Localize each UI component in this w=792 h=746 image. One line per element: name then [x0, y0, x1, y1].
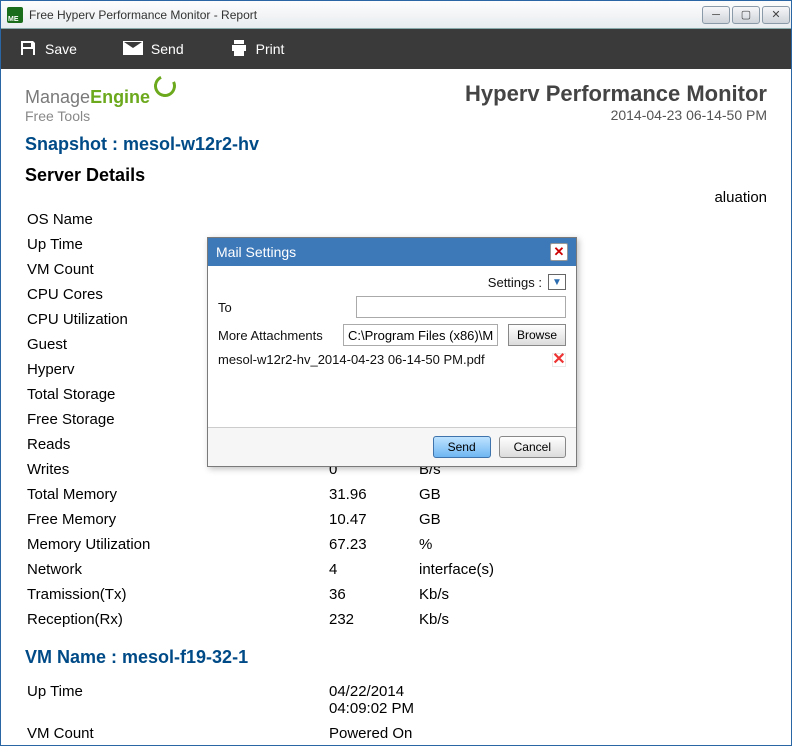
to-input[interactable] [356, 296, 566, 318]
close-window-button[interactable]: ✕ [762, 6, 790, 24]
settings-dropdown[interactable]: ▼ [548, 274, 566, 290]
dialog-close-button[interactable]: ✕ [550, 243, 568, 261]
attachment-item-row: mesol-w12r2-hv_2014-04-23 06-14-50 PM.pd… [218, 352, 566, 367]
vm-heading: VM Name : mesol-f19-32-1 [25, 647, 767, 668]
dialog-titlebar: Mail Settings ✕ [208, 238, 576, 266]
save-button[interactable]: Save [19, 39, 77, 60]
table-row: Up Time04/22/2014 04:09:02 PM [27, 680, 765, 720]
metric-name: Reception(Rx) [27, 608, 327, 631]
attachments-row: More Attachments Browse [218, 324, 566, 346]
metric-name: OS Name [27, 208, 327, 231]
server-details-heading: Server Details [25, 165, 145, 186]
attachments-label: More Attachments [218, 328, 333, 343]
table-row: Total Memory31.96GB [27, 483, 765, 506]
metric-unit: GB [419, 483, 765, 506]
metric-value: Powered On [329, 722, 417, 745]
snapshot-heading: Snapshot : mesol-w12r2-hv [25, 134, 767, 155]
metric-unit: Kb/s [419, 583, 765, 606]
metric-name: Tramission(Tx) [27, 583, 327, 606]
swoosh-icon [151, 72, 179, 100]
table-row: OS Name [27, 208, 765, 231]
attachment-path-input[interactable] [343, 324, 498, 346]
save-label: Save [45, 41, 77, 57]
report-title: Hyperv Performance Monitor [465, 81, 767, 107]
settings-label: Settings : [488, 275, 542, 290]
metric-unit [419, 208, 765, 231]
brand-subtitle: Free Tools [25, 108, 176, 124]
to-label: To [218, 300, 346, 315]
brand-part-b: Engine [90, 87, 150, 107]
logo: ManageEngine Free Tools [25, 81, 176, 124]
metric-name: Memory Utilization [27, 533, 327, 556]
metric-value: 31.96 [329, 483, 417, 506]
close-icon: ✕ [554, 244, 565, 260]
metric-value: 232 [329, 608, 417, 631]
metric-unit: % [419, 533, 765, 556]
metric-value [329, 208, 417, 231]
dialog-footer: Send Cancel [208, 427, 576, 466]
app-icon [7, 7, 23, 23]
brand-part-a: Manage [25, 87, 90, 107]
table-row: Reception(Rx)232Kb/s [27, 608, 765, 631]
dialog-cancel-button[interactable]: Cancel [499, 436, 566, 458]
metric-name: Total Memory [27, 483, 327, 506]
send-label: Send [151, 41, 184, 57]
metric-value: 10.47 [329, 508, 417, 531]
dialog-body: Settings : ▼ To More Attachments Browse … [208, 266, 576, 466]
window-title: Free Hyperv Performance Monitor - Report [29, 8, 257, 22]
table-row: Free Memory10.47GB [27, 508, 765, 531]
report-header: Hyperv Performance Monitor 2014-04-23 06… [465, 81, 767, 123]
mail-icon [123, 41, 143, 58]
dialog-title: Mail Settings [216, 244, 296, 260]
to-row: To [218, 296, 566, 318]
metric-value: 36 [329, 583, 417, 606]
browse-button[interactable]: Browse [508, 324, 566, 346]
settings-row: Settings : ▼ [218, 274, 566, 290]
save-icon [19, 39, 37, 60]
toolbar: Save Send Print [1, 29, 791, 69]
brand: ManageEngine [25, 81, 176, 108]
print-button[interactable]: Print [230, 39, 285, 60]
table-row: VM CountPowered On [27, 722, 765, 745]
dialog-send-button[interactable]: Send [433, 436, 491, 458]
metric-value: 67.23 [329, 533, 417, 556]
print-label: Print [256, 41, 285, 57]
metric-unit [419, 680, 765, 720]
metric-unit [419, 722, 765, 745]
metric-name: VM Count [27, 722, 327, 745]
metric-unit: Kb/s [419, 608, 765, 631]
viewport: ManageEngine Free Tools Hyperv Performan… [1, 69, 791, 745]
titlebar: Free Hyperv Performance Monitor - Report… [1, 1, 791, 29]
mail-settings-dialog: Mail Settings ✕ Settings : ▼ To More A [207, 237, 577, 467]
table-row: Network4interface(s) [27, 558, 765, 581]
evaluation-text: aluation [714, 189, 767, 206]
send-button[interactable]: Send [123, 41, 184, 58]
metric-name: Network [27, 558, 327, 581]
metric-value: 4 [329, 558, 417, 581]
metric-name: Up Time [27, 680, 327, 720]
chevron-down-icon: ▼ [552, 277, 562, 288]
print-icon [230, 39, 248, 60]
report-timestamp: 2014-04-23 06-14-50 PM [465, 107, 767, 123]
metric-unit: interface(s) [419, 558, 765, 581]
maximize-button[interactable]: ▢ [732, 6, 760, 24]
minimize-button[interactable]: ─ [702, 6, 730, 24]
metric-value: 04/22/2014 04:09:02 PM [329, 680, 417, 720]
window-buttons: ─ ▢ ✕ [701, 6, 791, 24]
metric-unit: GB [419, 508, 765, 531]
metric-name: Free Memory [27, 508, 327, 531]
header-row: ManageEngine Free Tools Hyperv Performan… [25, 81, 767, 124]
remove-attachment-button[interactable]: ✕ [552, 353, 566, 367]
table-row: Memory Utilization67.23% [27, 533, 765, 556]
app-window: Free Hyperv Performance Monitor - Report… [0, 0, 792, 746]
vm-details-table: Up Time04/22/2014 04:09:02 PMVM CountPow… [25, 678, 767, 745]
attachment-filename: mesol-w12r2-hv_2014-04-23 06-14-50 PM.pd… [218, 352, 542, 367]
table-row: Tramission(Tx)36Kb/s [27, 583, 765, 606]
